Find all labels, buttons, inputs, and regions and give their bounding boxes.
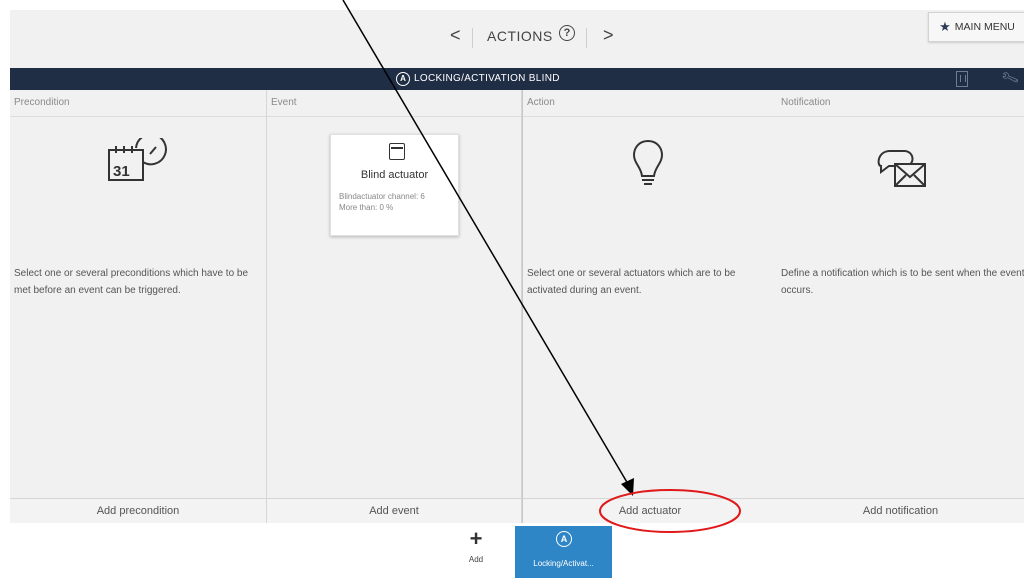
- precondition-column: Precondition 31 Select one or several pr…: [10, 90, 267, 524]
- event-card-condition: More than: 0 %: [339, 203, 394, 212]
- event-card-channel: Blindactuator channel: 6: [339, 192, 425, 201]
- delete-icon[interactable]: [956, 71, 968, 87]
- top-navigation: < ACTIONS ? > ★ MAIN MENU: [10, 10, 1024, 67]
- locking-activation-tab[interactable]: A Locking/Activat...: [515, 526, 612, 578]
- locking-icon: A: [556, 531, 572, 547]
- event-column: Event Blind actuator Blindactuator chann…: [267, 90, 522, 524]
- message-envelope-icon: [877, 150, 926, 187]
- notification-description: Define a notification which is to be sen…: [781, 268, 1024, 296]
- lightbulb-icon: [632, 139, 664, 185]
- precondition-description: Select one or several preconditions whic…: [14, 268, 249, 296]
- action-description: Select one or several actuators which ar…: [527, 268, 736, 296]
- plus-icon: +: [469, 526, 483, 551]
- event-card-title: Blind actuator: [360, 169, 429, 181]
- notification-column: Notification Define a notification which…: [777, 90, 1024, 524]
- add-label: Add: [468, 555, 484, 564]
- blind-icon: [389, 143, 405, 160]
- page-title: ACTIONS: [487, 28, 553, 44]
- next-arrow-icon[interactable]: >: [603, 25, 614, 46]
- prev-arrow-icon[interactable]: <: [450, 25, 461, 46]
- wrench-icon[interactable]: 🔧︎: [1000, 68, 1021, 89]
- event-card[interactable]: Blind actuator Blindactuator channel: 6 …: [330, 134, 459, 236]
- add-precondition-button[interactable]: Add precondition: [10, 498, 266, 524]
- precondition-header: Precondition: [10, 90, 266, 117]
- action-column: Action Select one or several actuators w…: [522, 90, 778, 524]
- action-header: Action: [523, 90, 777, 117]
- main-menu-label: MAIN MENU: [954, 21, 1015, 33]
- locking-tab-label: Locking/Activat...: [533, 559, 594, 568]
- actions-app: < ACTIONS ? > ★ MAIN MENU A LOCKING/ACTI…: [10, 10, 1024, 578]
- add-actuator-button[interactable]: Add actuator: [523, 498, 777, 524]
- add-button[interactable]: + Add: [458, 527, 494, 573]
- notification-header: Notification: [777, 90, 1024, 117]
- locking-icon: A: [396, 72, 410, 86]
- add-event-button[interactable]: Add event: [267, 498, 521, 524]
- event-header: Event: [267, 90, 521, 117]
- main-menu-button[interactable]: ★ MAIN MENU: [928, 12, 1024, 42]
- action-title-bar: A LOCKING/ACTIVATION BLIND 🔧︎: [10, 68, 1024, 90]
- calendar-clock-icon: 31: [108, 138, 167, 181]
- help-icon[interactable]: ?: [559, 25, 575, 41]
- svg-text:31: 31: [113, 163, 130, 180]
- nav-divider: [472, 28, 473, 48]
- add-notification-button[interactable]: Add notification: [777, 498, 1024, 524]
- bottom-bar: + Add A Locking/Activat...: [10, 523, 1024, 578]
- star-icon: ★: [939, 19, 951, 34]
- action-title: LOCKING/ACTIVATION BLIND: [414, 73, 560, 84]
- nav-divider: [586, 28, 587, 48]
